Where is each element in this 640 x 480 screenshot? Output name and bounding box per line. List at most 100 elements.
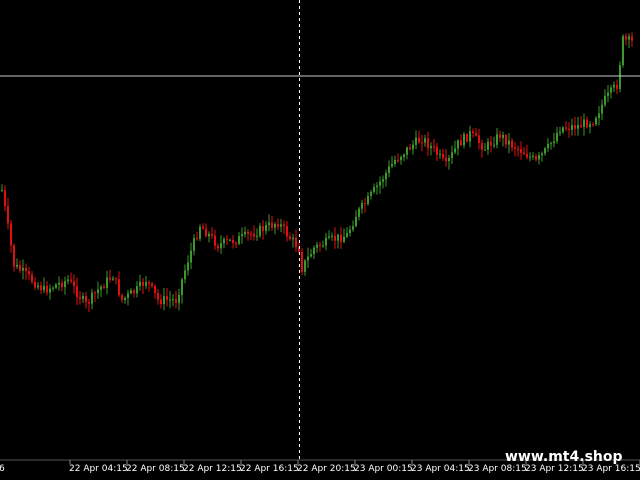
candle-body — [430, 146, 432, 149]
candle-body — [589, 124, 591, 128]
x-tick-label: 23 Apr 08:15 — [468, 464, 527, 474]
candle-body — [157, 293, 159, 300]
candle-body — [487, 141, 489, 150]
candle-body — [436, 146, 438, 155]
candle-body — [250, 233, 252, 235]
candle-body — [115, 278, 117, 280]
candle-body — [151, 283, 153, 286]
candle-body — [499, 134, 501, 138]
candle-body — [235, 243, 237, 245]
candle-body — [220, 243, 222, 249]
x-tick-label: 22 Apr 08:15 — [126, 464, 185, 474]
candle-body — [325, 237, 327, 246]
candle-body — [271, 222, 273, 228]
candle-body — [559, 132, 561, 134]
candle-body — [304, 260, 306, 272]
candle-body — [355, 216, 357, 227]
candle-body — [391, 164, 393, 167]
candle-body — [40, 285, 42, 291]
candle-body — [193, 238, 195, 251]
candle-body — [460, 140, 462, 146]
candle-body — [331, 235, 333, 237]
candle-body — [346, 233, 348, 237]
candle-body — [265, 225, 267, 231]
candle-body — [22, 268, 24, 271]
candle-body — [262, 225, 264, 231]
candle-body — [307, 256, 309, 261]
candle-body — [226, 239, 228, 241]
candle-body — [334, 235, 336, 241]
candle-body — [388, 166, 390, 173]
candle-body — [289, 236, 291, 240]
candle-body — [481, 143, 483, 150]
candle-body — [58, 282, 60, 285]
candle-body — [103, 286, 105, 288]
candle-body — [67, 279, 69, 282]
candle-body — [628, 36, 630, 40]
x-tick-label: 22 Apr 04:15 — [69, 464, 128, 474]
candle-body — [373, 187, 375, 192]
candle-body — [577, 124, 579, 129]
candle-body — [400, 157, 402, 161]
candle-body — [568, 128, 570, 130]
candle-body — [142, 281, 144, 286]
candle-body — [484, 149, 486, 151]
x-tick-label: 23 Apr 16:15 — [582, 464, 640, 474]
candle-body — [205, 228, 207, 237]
candle-body — [172, 299, 174, 301]
candle-body — [154, 285, 156, 294]
price-chart: 22 Apr 04:1522 Apr 08:1522 Apr 12:1522 A… — [0, 0, 640, 480]
candle-body — [31, 274, 33, 282]
candle-body — [466, 134, 468, 142]
candle-body — [343, 236, 345, 242]
candle-body — [211, 233, 213, 236]
candle-body — [268, 222, 270, 226]
candle-body — [25, 268, 27, 272]
candle-body — [394, 159, 396, 165]
candle-body — [166, 296, 168, 300]
candle-body — [583, 119, 585, 127]
candle-body — [184, 270, 186, 280]
candle-body — [229, 239, 231, 241]
candle-body — [64, 281, 66, 288]
candle-body — [43, 285, 45, 291]
candle-body — [46, 285, 48, 293]
candle-body — [91, 292, 93, 304]
candle-body — [322, 245, 324, 247]
candle-body — [580, 124, 582, 127]
candle-body — [517, 148, 519, 150]
candle-body — [406, 147, 408, 155]
candle-body — [190, 250, 192, 263]
candle-body — [301, 251, 303, 272]
candle-body — [463, 134, 465, 146]
candle-body — [55, 284, 57, 288]
candle-body — [607, 92, 609, 96]
candle-body — [232, 239, 234, 244]
candle-body — [178, 294, 180, 303]
candle-body — [385, 172, 387, 180]
candle-body — [364, 203, 366, 205]
candle-body — [361, 203, 363, 209]
candle-body — [340, 234, 342, 242]
candle-body — [139, 281, 141, 287]
candle-body — [625, 36, 627, 40]
candle-body — [535, 155, 537, 160]
candle-body — [277, 224, 279, 227]
candle-body — [367, 195, 369, 205]
candle-body — [253, 233, 255, 237]
candle-body — [19, 264, 21, 271]
candle-body — [415, 137, 417, 145]
chart-background — [0, 0, 640, 480]
candle-body — [376, 185, 378, 188]
candle-body — [169, 299, 171, 301]
candle-body — [601, 104, 603, 114]
candle-body — [124, 297, 126, 300]
candle-body — [553, 141, 555, 144]
candle-body — [571, 125, 573, 130]
candle-body — [295, 237, 297, 248]
candle-body — [316, 244, 318, 248]
candle-body — [160, 299, 162, 305]
x-tick-label: 23 Apr 12:15 — [525, 464, 584, 474]
candle-body — [163, 296, 165, 305]
candle-body — [532, 155, 534, 157]
